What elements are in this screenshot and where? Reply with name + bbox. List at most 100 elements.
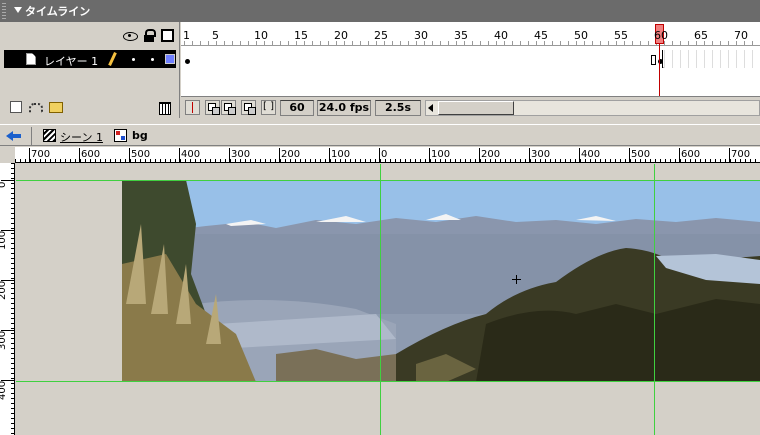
- add-layer-icon[interactable]: [8, 99, 22, 113]
- frame-number: 5: [212, 29, 219, 42]
- ruler-left-label: 200: [0, 280, 8, 300]
- ruler-top-major-tick: [179, 148, 180, 163]
- current-frame: 60: [280, 100, 314, 116]
- ruler-top-major-tick: [79, 148, 80, 163]
- guide-horizontal-top[interactable]: [16, 180, 760, 181]
- elapsed-time: 2.5s: [375, 100, 421, 116]
- center-frame-icon[interactable]: [185, 100, 200, 115]
- ruler-left-major-tick: [1, 230, 15, 231]
- collapse-triangle-icon[interactable]: [14, 7, 22, 13]
- playhead-line: [659, 44, 660, 96]
- frame-number: 35: [454, 29, 468, 42]
- ruler-left-label: 400: [0, 380, 8, 400]
- symbol-name[interactable]: bg: [132, 129, 148, 142]
- edit-multiple-frames-icon[interactable]: [241, 100, 256, 115]
- stage-bitmap: [16, 164, 760, 435]
- frame-number: 65: [694, 29, 708, 42]
- onion-skin-icon[interactable]: [205, 100, 220, 115]
- frame-number: 60: [654, 29, 668, 42]
- ruler-top-label: 500: [631, 149, 651, 160]
- frame-number: 70: [734, 29, 748, 42]
- ruler-top-label: 600: [681, 149, 701, 160]
- keyframe-start[interactable]: [185, 59, 190, 64]
- ruler-top-major-tick: [279, 148, 280, 163]
- movieclip-icon: [114, 129, 127, 142]
- timeline-horizontal-scrollbar[interactable]: [425, 100, 760, 116]
- frame-span[interactable]: [181, 50, 663, 68]
- ruler-top-major-tick: [29, 148, 30, 163]
- timeline-panel-header[interactable]: タイムライン: [0, 0, 760, 22]
- onion-skin-outline-icon[interactable]: [221, 100, 236, 115]
- frame-area[interactable]: 60 24.0 fps 2.5s 15101520253035404550556…: [181, 22, 760, 118]
- ruler-top-label: 300: [531, 149, 551, 160]
- frame-number: 40: [494, 29, 508, 42]
- modify-onion-markers-icon[interactable]: [261, 100, 276, 115]
- ruler-top-major-tick: [379, 148, 380, 163]
- scene-link[interactable]: シーン 1: [60, 129, 103, 145]
- ruler-corner: [0, 147, 15, 163]
- ruler-top-major-tick: [679, 148, 680, 163]
- scroll-left-arrow-icon[interactable]: [428, 104, 433, 112]
- ruler-left-major-tick: [1, 380, 15, 381]
- back-arrow-icon[interactable]: [6, 129, 22, 143]
- ruler-top-major-tick: [429, 148, 430, 163]
- timeline-status-bar: 60 24.0 fps 2.5s: [181, 96, 760, 118]
- add-motion-guide-icon[interactable]: [28, 99, 43, 113]
- ruler-top-label: 0: [381, 149, 388, 160]
- pencil-icon: [108, 52, 117, 66]
- divider: [31, 127, 32, 145]
- trash-icon[interactable]: [157, 99, 171, 115]
- ruler-top-label: 700: [731, 149, 751, 160]
- frame-number: 1: [183, 29, 190, 42]
- guide-horizontal-bottom[interactable]: [16, 381, 760, 382]
- frame-number: 30: [414, 29, 428, 42]
- frame-number: 25: [374, 29, 388, 42]
- ruler-top-label: 300: [231, 149, 251, 160]
- ruler-left-major-tick: [1, 330, 15, 331]
- scroll-thumb[interactable]: [438, 101, 514, 115]
- frame-end-marker[interactable]: [651, 55, 656, 65]
- crosshair-icon: [512, 275, 521, 284]
- ruler-top-label: 400: [181, 149, 201, 160]
- empty-frames[interactable]: [664, 50, 760, 68]
- ruler-top-major-tick: [229, 148, 230, 163]
- ruler-left-label: 0: [0, 182, 8, 192]
- ruler-left-label: 100: [0, 230, 8, 250]
- ruler-top-label: 200: [281, 149, 301, 160]
- layer-row[interactable]: レイヤー 1: [4, 50, 176, 68]
- ruler-top-major-tick: [629, 148, 630, 163]
- ruler-top-major-tick: [579, 148, 580, 163]
- frame-number: 45: [534, 29, 548, 42]
- layer-tools: [0, 96, 180, 118]
- frame-rate[interactable]: 24.0 fps: [317, 100, 371, 116]
- frame-number: 15: [294, 29, 308, 42]
- layer-header: [0, 24, 180, 48]
- panel-grip-icon[interactable]: [2, 3, 6, 19]
- flash-window: タイムライン レイヤー 1 [] 60 24.0 fps 2.5s 1 5 1…: [0, 0, 760, 435]
- layer-panel: レイヤー 1: [0, 22, 180, 118]
- timeline-title: タイムライン: [25, 5, 91, 18]
- guide-vertical-right[interactable]: [654, 164, 655, 435]
- ruler-top-label: 400: [581, 149, 601, 160]
- layer-name: レイヤー 1: [44, 55, 99, 68]
- lock-all-icon[interactable]: [143, 29, 156, 42]
- ruler-top-label: 100: [431, 149, 451, 160]
- guide-vertical-center[interactable]: [380, 164, 381, 435]
- ruler-top-label: 600: [81, 149, 101, 160]
- frame-number: 10: [254, 29, 268, 42]
- ruler-top-label: 500: [131, 149, 151, 160]
- layer-visible-dot[interactable]: [132, 58, 135, 61]
- layer-outline-color-swatch[interactable]: [165, 54, 175, 64]
- edit-bar: シーン 1 bg: [0, 124, 760, 146]
- frame-number: 20: [334, 29, 348, 42]
- stage[interactable]: [16, 164, 760, 435]
- layer-lock-dot[interactable]: [151, 58, 154, 61]
- scene-clapper-icon: [43, 129, 56, 142]
- ruler-top-major-tick: [729, 148, 730, 163]
- show-hide-all-eye-icon[interactable]: [123, 29, 138, 42]
- ruler-left-major-tick: [1, 280, 15, 281]
- ruler-top-label: 200: [481, 149, 501, 160]
- add-folder-icon[interactable]: [48, 99, 63, 113]
- ruler-top-major-tick: [329, 148, 330, 163]
- outline-all-icon[interactable]: [161, 29, 174, 42]
